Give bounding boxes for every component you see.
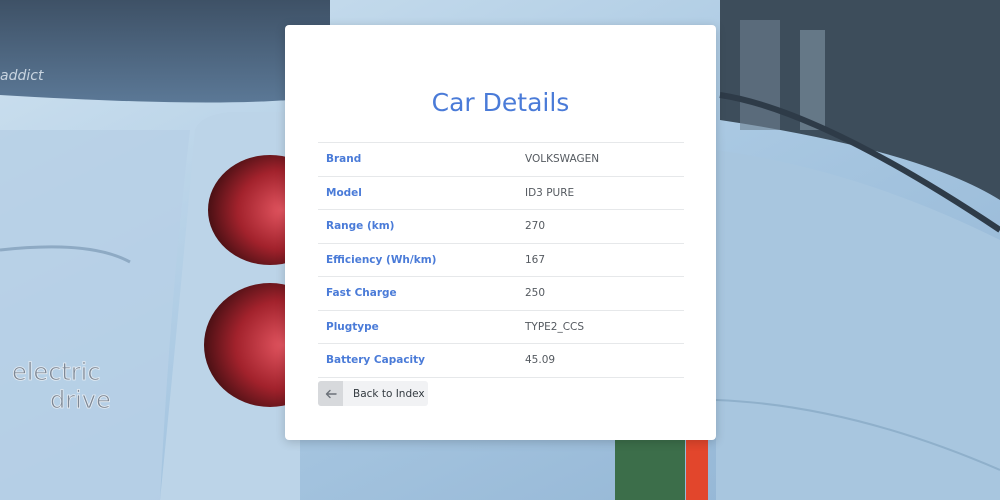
row-value-fast-charge: 250 bbox=[525, 287, 546, 300]
car-details-table: Brand VOLKSWAGEN Model ID3 PURE Range (k… bbox=[318, 142, 684, 378]
table-row: Brand VOLKSWAGEN bbox=[318, 143, 684, 176]
row-label-range: Range (km) bbox=[326, 220, 395, 233]
table-row: Plugtype TYPE2_CCS bbox=[318, 310, 684, 344]
row-label-plugtype: Plugtype bbox=[326, 320, 379, 333]
table-row: Battery Capacity 45.09 bbox=[318, 344, 684, 377]
row-value-battery-capacity: 45.09 bbox=[525, 354, 556, 367]
arrow-left-icon bbox=[318, 381, 343, 406]
row-label-fast-charge: Fast Charge bbox=[326, 287, 397, 300]
table-row: Range (km) 270 bbox=[318, 210, 684, 243]
table-row: Model ID3 PURE bbox=[318, 176, 684, 210]
row-label-model: Model bbox=[326, 186, 362, 199]
row-value-efficiency: 167 bbox=[525, 253, 546, 266]
emblem-drive-text: drive bbox=[50, 386, 111, 414]
page-title: Car Details bbox=[431, 88, 570, 117]
row-value-plugtype: TYPE2_CCS bbox=[525, 320, 585, 333]
emblem-electric-text: electric bbox=[12, 358, 101, 386]
back-to-index-button[interactable]: Back to Index bbox=[318, 381, 428, 406]
table-row: Fast Charge 250 bbox=[318, 277, 684, 310]
row-value-brand: VOLKSWAGEN bbox=[525, 153, 600, 166]
table-row: Efficiency (Wh/km) 167 bbox=[318, 243, 684, 277]
row-label-brand: Brand bbox=[326, 153, 362, 166]
row-value-model: ID3 PURE bbox=[525, 186, 575, 199]
window-sticker-text: addict bbox=[0, 68, 44, 84]
row-label-battery-capacity: Battery Capacity bbox=[326, 354, 426, 367]
car-details-card: Car Details Brand VOLKSWAGEN Model ID3 P… bbox=[285, 25, 716, 440]
row-label-efficiency: Efficiency (Wh/km) bbox=[326, 253, 437, 266]
row-value-range: 270 bbox=[525, 220, 546, 233]
back-button-label: Back to Index bbox=[353, 387, 425, 400]
